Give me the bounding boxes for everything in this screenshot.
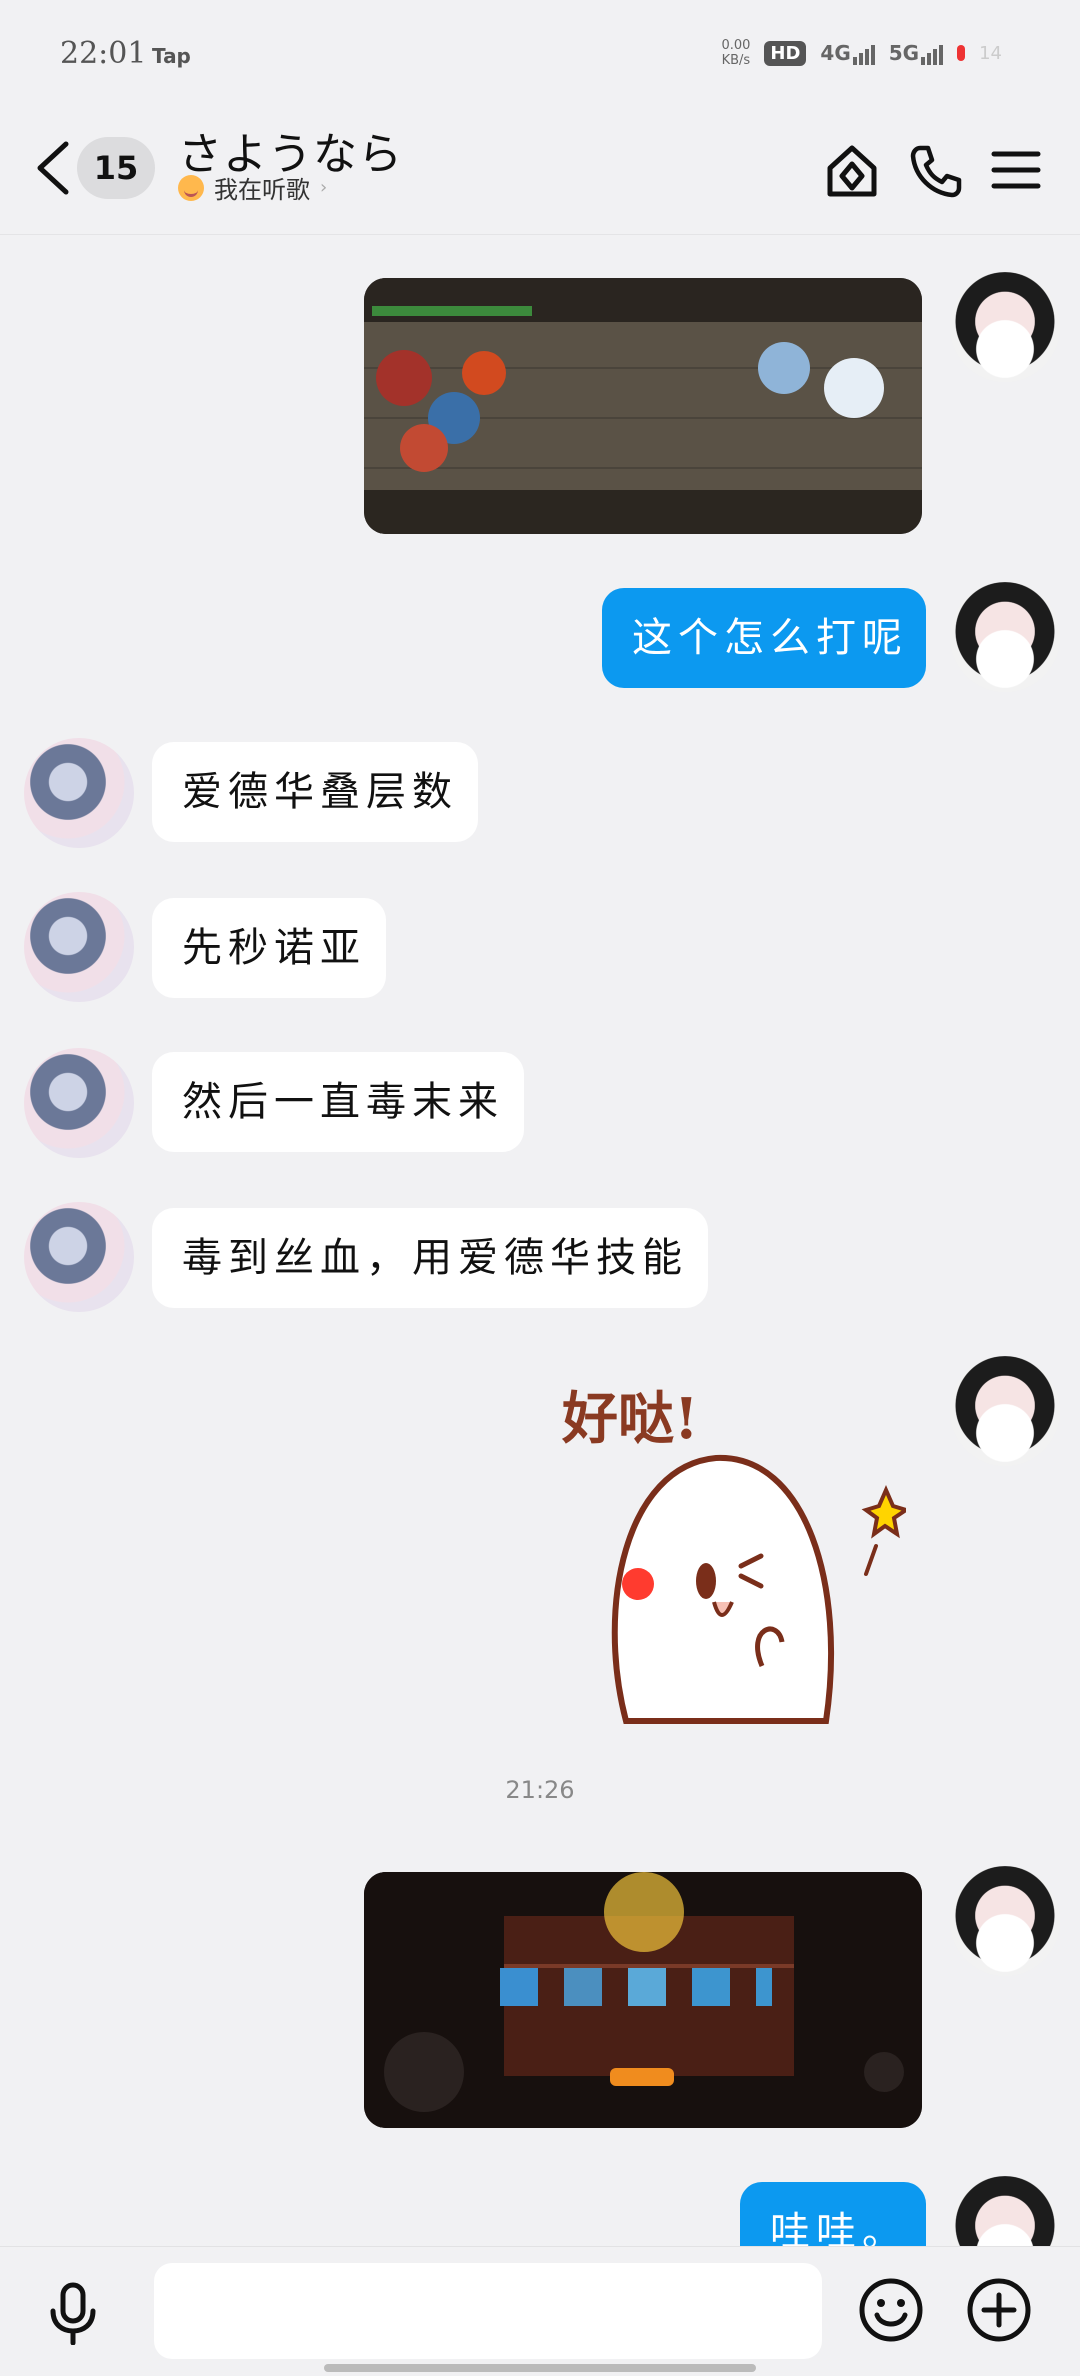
my-avatar[interactable] — [950, 582, 1060, 692]
my-avatar[interactable] — [950, 1866, 1060, 1976]
message-bubble-received[interactable]: 先秒诺亚 — [152, 898, 386, 998]
chat-header: 15 さようなら 我在听歌 › — [0, 110, 1080, 235]
smile-emoji-icon — [178, 174, 204, 201]
menu-icon[interactable] — [986, 140, 1046, 200]
timestamp-divider: 21:26 — [505, 1776, 575, 1804]
message-bubble-received[interactable]: 然后一直毒末来 — [152, 1052, 524, 1152]
message-bubble-sent[interactable]: 这个怎么打呢 — [602, 588, 926, 688]
chat-input-bar — [0, 2246, 1080, 2376]
microphone-icon[interactable] — [44, 2281, 102, 2345]
chevron-right-icon: › — [320, 177, 328, 198]
sticker-message[interactable]: 好哒! — [556, 1366, 911, 1726]
hd-icon: HD — [764, 40, 807, 66]
status-icons: 0.00 KB/s HD 4G 5G 14 — [721, 38, 1002, 68]
app-indicator: Tap — [152, 44, 191, 68]
contact-avatar[interactable] — [24, 738, 134, 848]
message-bubble-received[interactable]: 毒到丝血，用爱德华技能 — [152, 1208, 708, 1308]
phone-icon[interactable] — [906, 140, 966, 200]
home-icon[interactable] — [822, 140, 882, 200]
my-avatar[interactable] — [950, 272, 1060, 382]
my-avatar[interactable] — [950, 1356, 1060, 1466]
contact-avatar[interactable] — [24, 1048, 134, 1158]
game-screenshot-image — [364, 1872, 922, 2128]
svg-text:好哒!: 好哒! — [561, 1386, 699, 1452]
image-message[interactable] — [364, 278, 922, 534]
contact-status[interactable]: 我在听歌 › — [178, 170, 327, 205]
image-message[interactable] — [364, 1872, 922, 2128]
plus-circle-icon[interactable] — [966, 2277, 1032, 2343]
clock: 22:01 — [60, 36, 147, 71]
contact-avatar[interactable] — [24, 892, 134, 1002]
game-screenshot-image — [364, 278, 922, 534]
gesture-handle[interactable] — [324, 2364, 756, 2372]
status-bar: 22:01 Tap 0.00 KB/s HD 4G 5G 14 — [0, 0, 1080, 110]
signal-5g-icon: 5G — [889, 41, 944, 65]
battery-level: 14 — [979, 42, 1002, 64]
message-input[interactable] — [154, 2263, 822, 2359]
battery-icon — [957, 45, 966, 61]
chevron-left-icon[interactable] — [30, 138, 76, 198]
sticker-image: 好哒! — [561, 1386, 911, 1724]
signal-4g-icon: 4G — [820, 41, 875, 65]
message-bubble-received[interactable]: 爱德华叠层数 — [152, 742, 478, 842]
network-speed: 0.00 KB/s — [721, 38, 751, 68]
emoji-icon[interactable] — [858, 2277, 924, 2343]
unread-count-badge[interactable]: 15 — [77, 137, 155, 199]
contact-avatar[interactable] — [24, 1202, 134, 1312]
